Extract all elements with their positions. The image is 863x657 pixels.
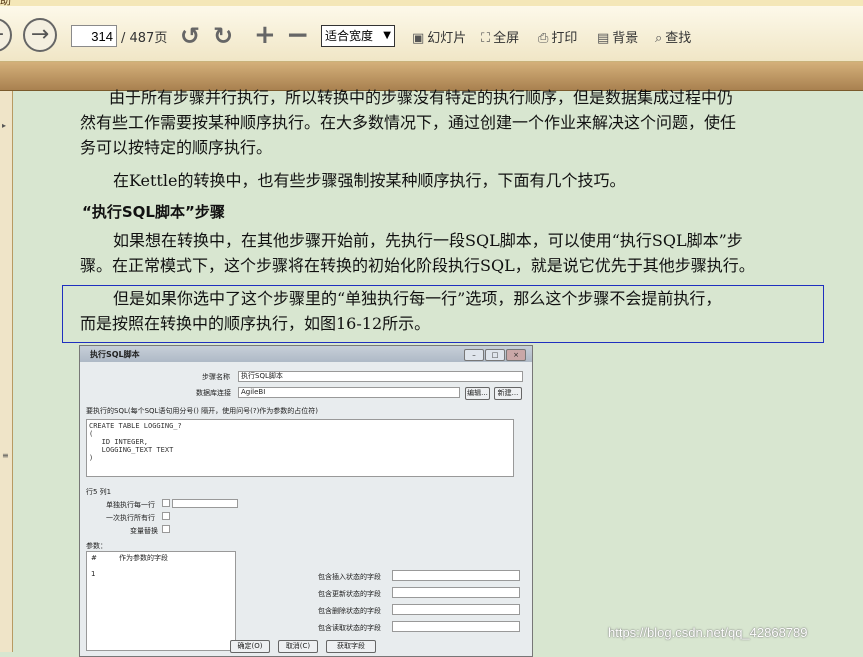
zoom-in-icon[interactable]: + [254,20,276,50]
arrow-right-icon: → [30,22,50,47]
exec-each-row-label: 单独执行每一行 [106,501,155,509]
var-replace-label: 变量替换 [130,527,158,535]
fullscreen-icon: ⛶ [481,31,491,46]
insert-status-field [392,570,520,581]
get-fields-button: 获取字段 [326,640,376,653]
fullscreen-button[interactable]: ⛶ 全屏 [481,27,519,46]
new-button: 新建... [494,387,522,400]
close-icon: × [506,349,526,361]
var-replace-checkbox [162,525,170,533]
read-status-field [392,621,520,632]
zoom-value: 适合宽度 [325,29,374,43]
step-name-field: 执行SQL脚本 [238,371,523,382]
slideshow-button[interactable]: ▣ 幻灯片 [412,27,466,46]
step-name-label: 步骤名称 [202,373,230,381]
paragraph-1-line-1: 由于所有步骤并行执行，所以转换中的步骤没有特定的执行顺序，但是数据集成过程中仍 [109,88,734,107]
page-number-input[interactable] [71,25,117,47]
background-icon: ▤ [597,31,610,46]
watermark: https://blog.csdn.net/qq_42868789 [608,625,808,640]
document-page: 由于所有步骤并行执行，所以转换中的步骤没有特定的执行顺序，但是数据集成过程中仍 … [13,88,863,657]
paragraph-1-line-3: 务可以按特定的顺序执行。 [80,138,273,157]
page-total: / 487页 [121,31,168,46]
search-button[interactable]: ⌕ 查找 [655,27,691,46]
search-icon: ⌕ [655,31,663,46]
paragraph-4-line-1: 但是如果你选中了这个步骤里的“单独执行每一行”选项，那么这个步骤不会提前执行， [113,289,722,308]
cancel-button: 取消(C) [278,640,318,653]
figure-window-titlebar: 执行SQL脚本 – □ × [80,346,532,362]
reader-toolbar: ← → / 487页 ↺ ↻ + − 适合宽度 ▼ ▣幻灯片 ⛶全屏 ⎙打印 ▤背… [0,6,863,62]
db-connection-label: 数据库连接 [196,389,231,397]
read-status-label: 包含读取状态的字段 [318,624,381,632]
table-row: 1 [91,570,96,578]
next-page-button[interactable]: → [23,18,57,52]
previous-page-button[interactable]: ← [0,18,12,52]
update-status-label: 包含更新状态的字段 [318,590,381,598]
minimize-icon: – [464,349,484,361]
sql-label: 要执行的SQL(每个SQL语句用分号() 隔开，使用问号(?)作为参数的占位符) [86,407,319,415]
rotate-left-icon[interactable]: ↺ [180,22,200,50]
section-heading: “执行SQL脚本”步骤 [82,203,225,221]
exec-each-row-field [172,499,238,508]
arrow-left-icon: ← [0,22,4,47]
paragraph-2: 在Kettle的转换中，也有些步骤强制按某种顺序执行，下面有几个技巧。 [113,171,626,190]
ok-button: 确定(O) [230,640,270,653]
exec-once-checkbox [162,512,170,520]
print-button[interactable]: ⎙ 打印 [538,27,577,46]
sql-editor: CREATE TABLE LOGGING_? ( ID INTEGER, LOG… [86,419,514,477]
insert-status-label: 包含插入状态的字段 [318,573,381,581]
figure-window-title: 执行SQL脚本 [90,350,140,359]
edit-button: 编辑... [465,387,490,400]
maximize-icon: □ [485,349,505,361]
sidebar-arrow-icon: ▸ [2,121,7,130]
row-col-indicator: 行5 列1 [86,488,112,496]
background-button[interactable]: ▤ 背景 [597,27,638,46]
params-label: 参数： [86,542,107,550]
paragraph-1-line-2: 然有些工作需要按某种顺序执行。在大多数情况下，通过创建一个作业来解决这个问题，使… [80,113,737,132]
zoom-select[interactable]: 适合宽度 ▼ [321,25,395,47]
delete-status-field [392,604,520,615]
figure-screenshot: 执行SQL脚本 – □ × 步骤名称 执行SQL脚本 数据库连接 AgileBI… [79,345,533,657]
exec-once-label: 一次执行所有行 [106,514,155,522]
table-col-field: 作为参数的字段 [119,554,168,562]
table-col-hash: # [91,554,97,562]
paragraph-4-line-2: 而是按照在转换中的顺序执行，如图16-12所示。 [80,314,431,333]
exec-each-row-checkbox [162,499,170,507]
zoom-out-icon[interactable]: − [286,18,309,51]
print-icon: ⎙ [538,31,549,46]
delete-status-label: 包含删除状态的字段 [318,607,381,615]
db-connection-field: AgileBI [238,387,460,398]
update-status-field [392,587,520,598]
sidebar-scrollbar[interactable]: ▸ ≡ [0,91,13,652]
slideshow-icon: ▣ [412,31,425,46]
chevron-down-icon: ▼ [383,30,391,41]
paragraph-3-line-2: 骤。在正常模式下，这个步骤将在转换的初始化阶段执行SQL，就是说它优先于其他步骤… [80,256,755,275]
params-table: # 作为参数的字段 1 [86,551,236,651]
paragraph-3-line-1: 如果想在转换中，在其他步骤开始前，先执行一段SQL脚本，可以使用“执行SQL脚本… [113,231,743,250]
rotate-right-icon[interactable]: ↻ [213,22,233,50]
sidebar-handle-icon[interactable]: ≡ [2,451,9,460]
